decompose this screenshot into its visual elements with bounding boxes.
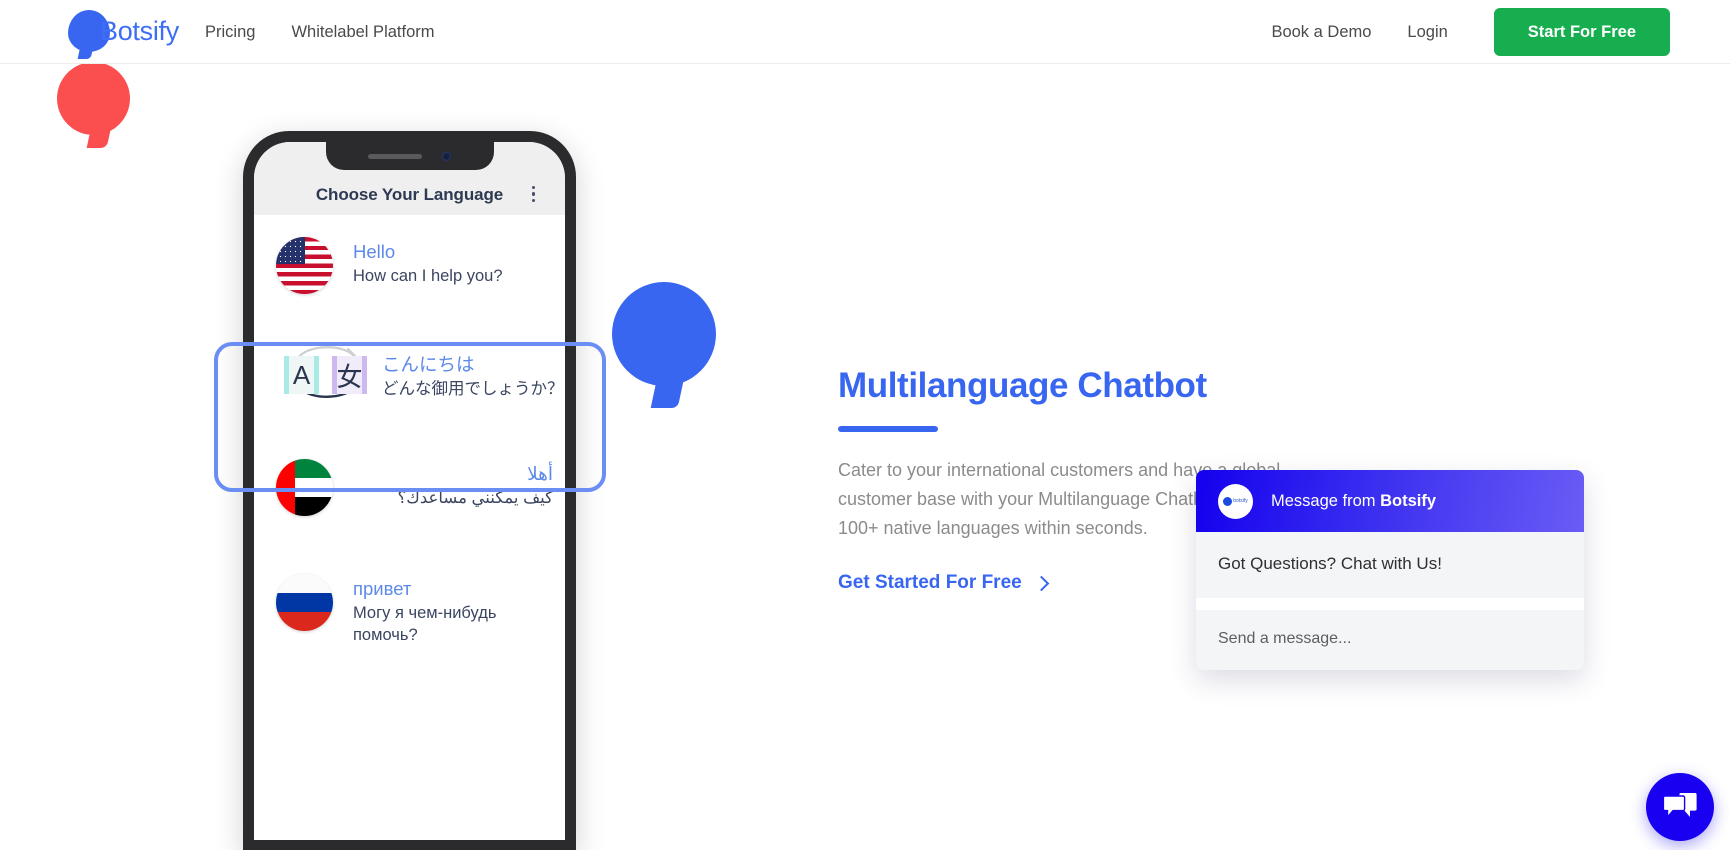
get-started-label: Get Started For Free [838,572,1022,594]
chevron-right-icon [1033,575,1049,592]
title-underline [838,426,938,432]
secondary-nav: Book a Demo Login Start For Free [1271,0,1670,64]
page-title: Multilanguage Chatbot [838,366,1207,405]
language-option-english[interactable]: Hello How can I help you? [254,215,565,316]
speaker-icon [368,153,422,159]
language-text: أهلا كيف يمكنني مساعدك؟ [353,459,554,510]
nav-item-whitelabel-platform[interactable]: Whitelabel Platform [291,23,434,42]
page-root: Botsify Pricing Whitelabel Platform Book… [0,0,1730,850]
language-greeting: Hello [353,241,396,262]
chat-widget-message[interactable]: Got Questions? Chat with Us! [1196,532,1584,598]
botsify-avatar: botsify [1218,483,1253,519]
chat-bubbles-icon [1663,793,1697,819]
language-subtitle: كيف يمكنني مساعدك؟ [397,488,554,507]
site-header: Botsify Pricing Whitelabel Platform Book… [0,0,1730,64]
decor-red-speech-bubble [57,62,130,135]
flag-ru-icon [276,573,333,631]
language-subtitle: どんな御用でしょうか？ [382,379,564,398]
chat-widget-input-row[interactable]: Send a message... [1196,610,1584,670]
chat-widget-prompt: Got Questions? Chat with Us! [1218,554,1442,573]
translate-target-letter: 女 [332,356,367,394]
start-for-free-button[interactable]: Start For Free [1493,8,1670,56]
chat-widget[interactable]: botsify Message from Botsify Got Questio… [1196,470,1584,670]
translate-icon: A 女 [284,342,376,400]
chat-widget-header: botsify Message from Botsify [1196,470,1584,532]
phone-screen-title: Choose Your Language [315,185,504,204]
language-subtitle: Могу я чем-нибудь помочь? [353,603,497,645]
phone-notch [325,142,494,170]
language-text: Hello How can I help you? [353,237,503,288]
brand-logo[interactable]: Botsify [68,10,179,52]
language-text: привет Могу я чем-нибудь помочь? [353,574,518,648]
nav-item-login[interactable]: Login [1407,23,1447,42]
language-option-russian[interactable]: привет Могу я чем-нибудь помочь? [254,538,565,670]
brand-name: Botsify [100,15,179,46]
translate-source-letter: A [284,356,319,394]
decor-blue-speech-bubble [612,282,716,386]
language-subtitle: How can I help you? [353,266,503,285]
language-greeting: привет [353,577,412,599]
chat-widget-title-brand: Botsify [1380,491,1437,510]
phone-screen: Choose Your Language Hello How can I hel… [254,142,565,840]
chat-widget-title-prefix: Message from [1271,491,1381,510]
chat-message-input[interactable]: Send a message... [1218,630,1562,648]
phone-mockup: Choose Your Language Hello How can I hel… [243,131,576,850]
chat-widget-title: Message from Botsify [1271,492,1436,511]
nav-item-book-a-demo[interactable]: Book a Demo [1271,23,1371,42]
chat-launcher-button[interactable] [1646,773,1714,841]
flag-us-icon [276,237,333,294]
nav-item-pricing[interactable]: Pricing [205,23,255,42]
language-greeting: أهلا [527,462,553,484]
primary-nav: Pricing Whitelabel Platform [205,0,435,64]
language-option-japanese[interactable]: A 女 こんにちは どんな御用でしょうか？ [254,316,565,427]
camera-icon [442,151,451,161]
avatar-label: botsify [1233,498,1248,504]
language-text: こんにちは どんな御用でしょうか？ [382,342,564,401]
flag-ae-icon [276,458,333,516]
language-greeting: こんにちは [382,354,475,375]
get-started-link[interactable]: Get Started For Free [838,572,1049,594]
more-options-icon[interactable] [531,185,535,202]
avatar-bubble-icon [1223,496,1233,506]
language-option-arabic[interactable]: أهلا كيف يمكنني مساعدك؟ [254,427,565,538]
chat-widget-divider [1196,598,1584,610]
